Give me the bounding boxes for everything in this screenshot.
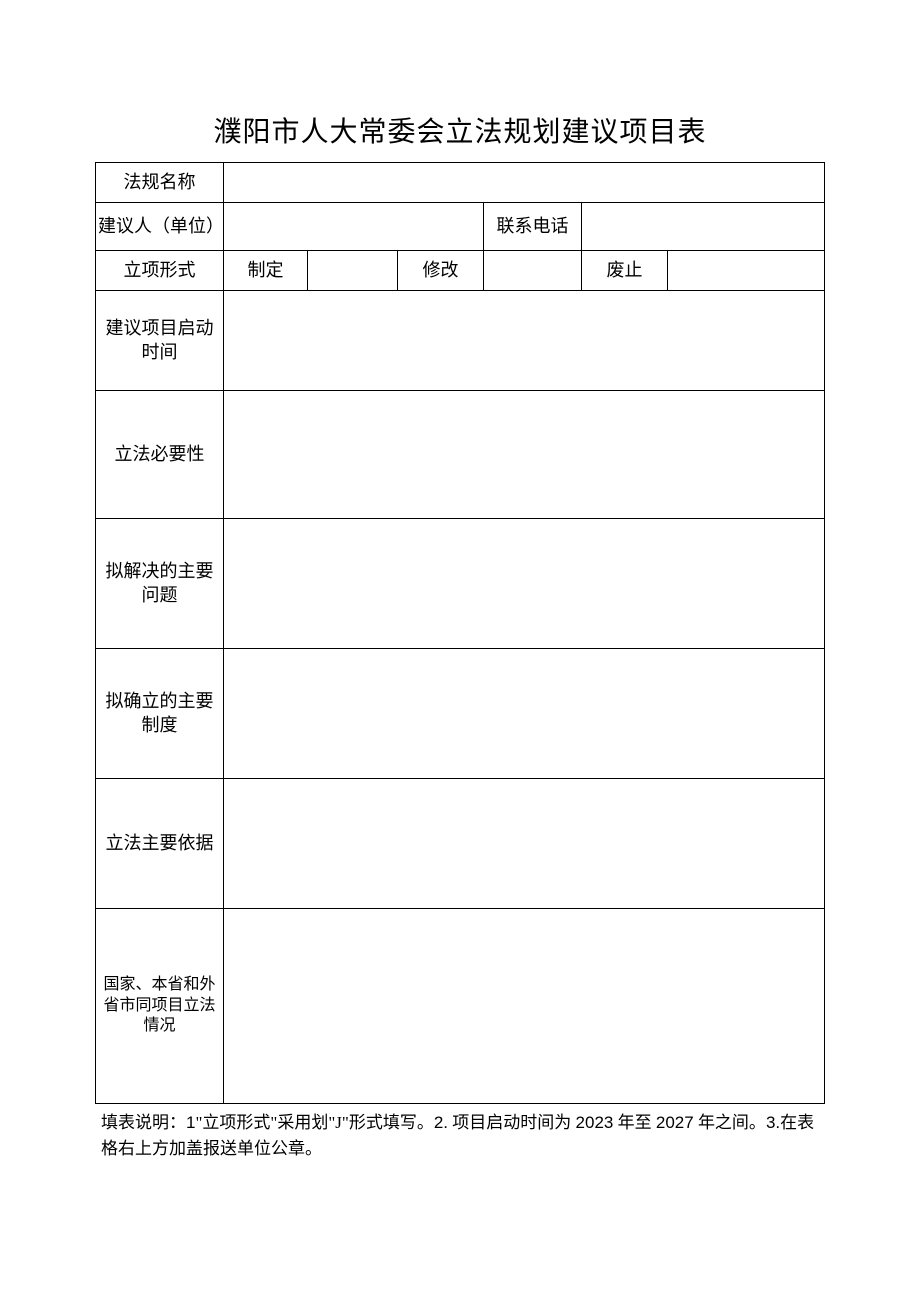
label-other-status: 国家、本省和外省市同项目立法情况 (96, 909, 224, 1104)
value-necessity[interactable] (224, 391, 825, 519)
label-type-repeal: 废止 (582, 251, 668, 291)
label-project-type: 立项形式 (96, 251, 224, 291)
label-type-amend: 修改 (398, 251, 484, 291)
label-systems: 拟确立的主要制度 (96, 649, 224, 779)
instructions-part2b: 年之间。 (694, 1113, 766, 1132)
instructions-mid: 年至 (613, 1113, 656, 1132)
instructions-part2a: 项目启动时间为 (448, 1113, 576, 1132)
value-problems[interactable] (224, 519, 825, 649)
value-regulation-name[interactable] (224, 163, 825, 203)
table-row: 国家、本省和外省市同项目立法情况 (96, 909, 825, 1104)
label-basis: 立法主要依据 (96, 779, 224, 909)
label-necessity: 立法必要性 (96, 391, 224, 519)
table-row: 建议项目启动时间 (96, 291, 825, 391)
value-contact-phone[interactable] (582, 203, 825, 251)
form-table: 法规名称 建议人（单位） 联系电话 立项形式 制定 修改 废止 建议项目启动时间… (95, 162, 825, 1104)
instructions-prefix: 填表说明： (101, 1113, 186, 1132)
label-problems: 拟解决的主要问题 (96, 519, 224, 649)
value-start-time[interactable] (224, 291, 825, 391)
label-start-time: 建议项目启动时间 (96, 291, 224, 391)
label-regulation-name: 法规名称 (96, 163, 224, 203)
value-proposer[interactable] (224, 203, 484, 251)
label-type-enact: 制定 (224, 251, 308, 291)
table-row: 立法主要依据 (96, 779, 825, 909)
value-basis[interactable] (224, 779, 825, 909)
value-type-enact[interactable] (308, 251, 398, 291)
instructions-text: 填表说明：1"立项形式"采用划"J"形式填写。2. 项目启动时间为 2023 年… (95, 1110, 825, 1163)
instructions-year1: 2023 (576, 1113, 614, 1132)
value-type-amend[interactable] (484, 251, 582, 291)
table-row: 立项形式 制定 修改 废止 (96, 251, 825, 291)
instructions-num2: 2. (434, 1113, 448, 1132)
table-row: 法规名称 (96, 163, 825, 203)
table-row: 拟解决的主要问题 (96, 519, 825, 649)
value-type-repeal[interactable] (668, 251, 825, 291)
instructions-num3: 3. (766, 1113, 780, 1132)
instructions-year2: 2027 (656, 1113, 694, 1132)
value-systems[interactable] (224, 649, 825, 779)
instructions-part1: "立项形式"采用划"J"形式填写。 (195, 1113, 433, 1132)
page-title: 濮阳市人大常委会立法规划建议项目表 (95, 110, 825, 150)
label-contact-phone: 联系电话 (484, 203, 582, 251)
value-other-status[interactable] (224, 909, 825, 1104)
label-proposer: 建议人（单位） (96, 203, 224, 251)
table-row: 建议人（单位） 联系电话 (96, 203, 825, 251)
table-row: 立法必要性 (96, 391, 825, 519)
table-row: 拟确立的主要制度 (96, 649, 825, 779)
